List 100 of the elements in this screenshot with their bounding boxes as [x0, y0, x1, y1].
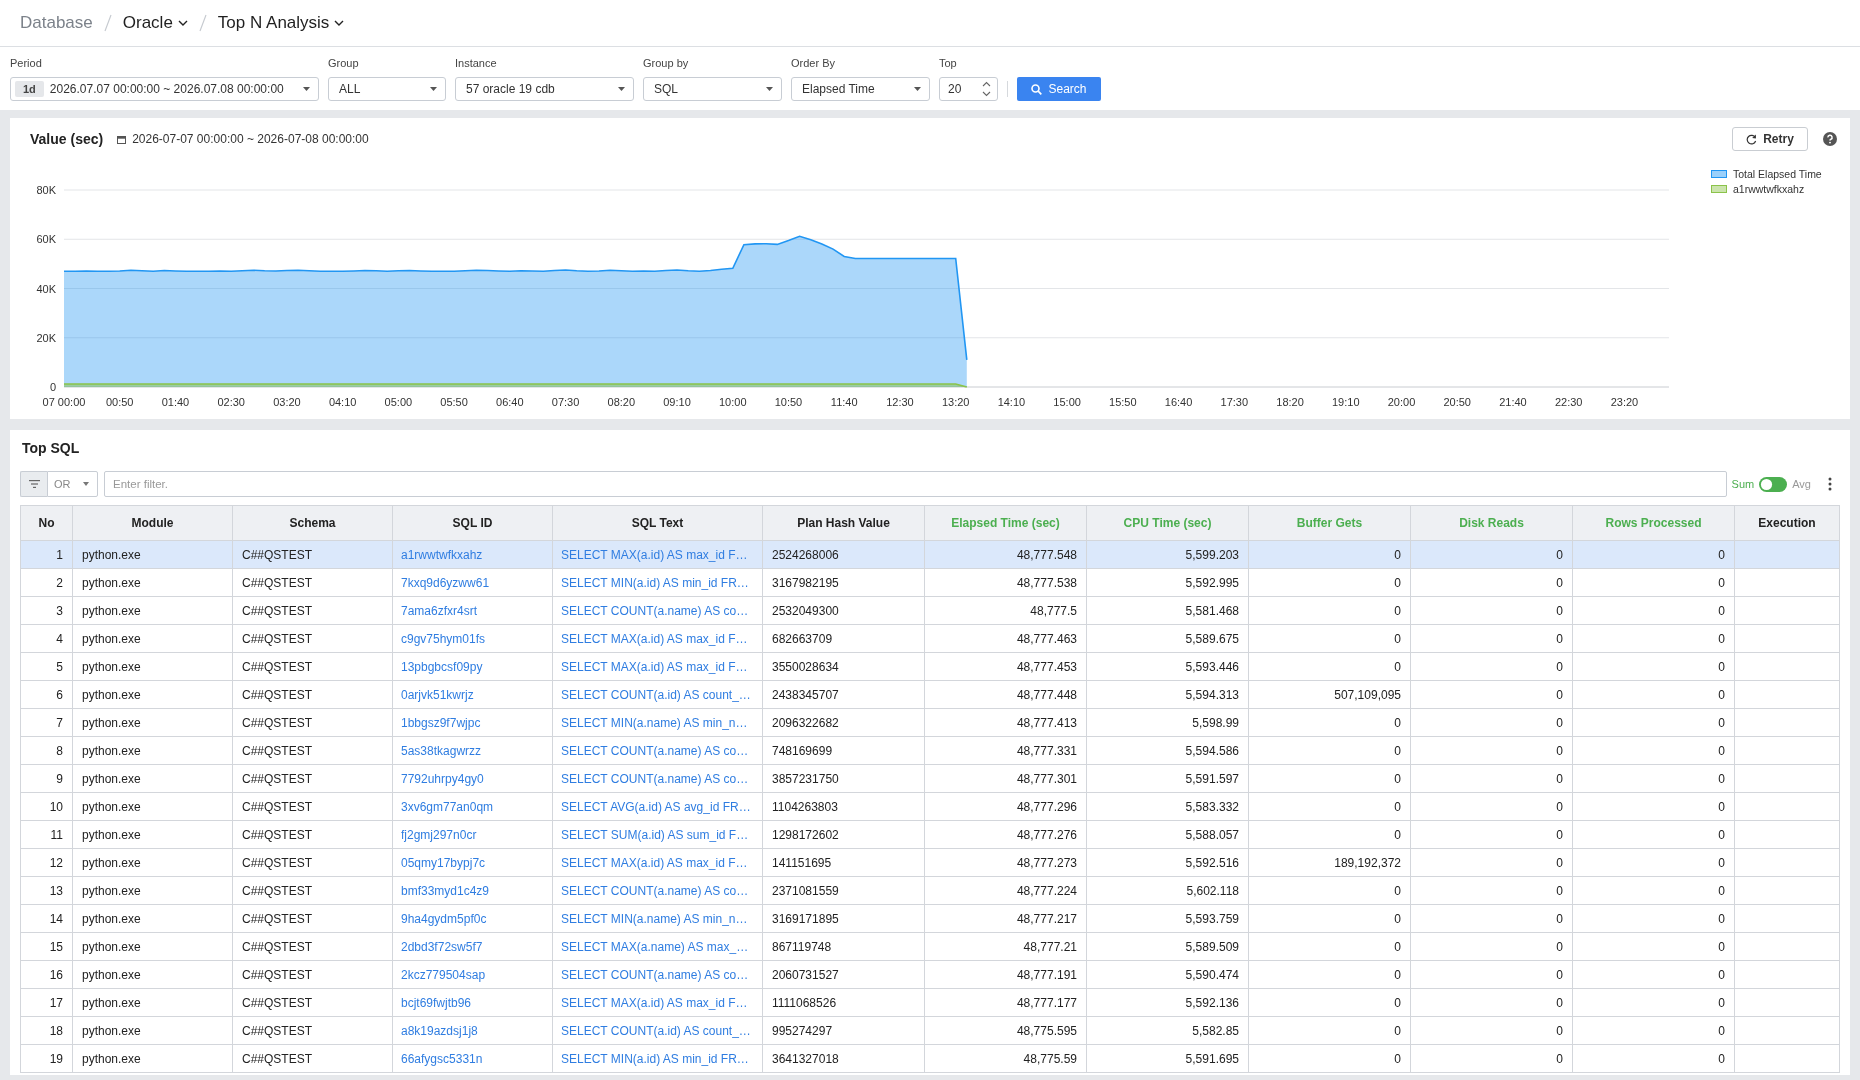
link-cell[interactable]: 2kcz779504sap [392, 960, 553, 989]
link-cell[interactable]: SELECT COUNT(a.name) AS co… [552, 876, 763, 905]
table-cell: C##QSTEST [232, 1016, 393, 1045]
table-row[interactable]: 10 python.exe C##QSTEST 3xv6gm77an0qm SELECT AVG(a.id) AS avg_id FR… 1104263803 48,777.296 5,583.332 0 0 0 [20, 792, 1840, 821]
table-cell: 0 [1410, 708, 1573, 737]
link-cell[interactable]: a1rwwtwfkxahz [392, 540, 553, 569]
period-badge: 1d [15, 81, 44, 97]
column-header[interactable]: Elapsed Time (sec) [924, 505, 1087, 541]
table-cell: 5,592.136 [1086, 988, 1249, 1017]
dropdown-select[interactable]: Elapsed Time [791, 77, 930, 101]
link-cell[interactable]: SELECT SUM(a.id) AS sum_id F… [552, 820, 763, 849]
link-cell[interactable]: 2dbd3f72sw5f7 [392, 932, 553, 961]
link-cell[interactable]: 3xv6gm77an0qm [392, 792, 553, 821]
table-cell: 141151695 [762, 848, 925, 877]
link-cell[interactable]: SELECT COUNT(a.name) AS co… [552, 736, 763, 765]
table-row[interactable]: 13 python.exe C##QSTEST bmf33myd1c4z9 SELECT COUNT(a.name) AS co… 2371081559 48,777.224 5,602.118 0 0 0 [20, 876, 1840, 905]
table-row[interactable]: 4 python.exe C##QSTEST c9gv75hym01fs SELECT MAX(a.id) AS max_id F… 682663709 48,777.463 5,589.675 0 0 0 [20, 624, 1840, 653]
help-icon[interactable] [1823, 132, 1837, 146]
link-cell[interactable]: 5as38tkagwrzz [392, 736, 553, 765]
link-cell[interactable]: a8k19azdsj1j8 [392, 1016, 553, 1045]
link-cell[interactable]: SELECT MIN(a.name) AS min_n… [552, 904, 763, 933]
column-header[interactable]: Buffer Gets [1248, 505, 1411, 541]
number-input[interactable]: 20 [939, 77, 998, 101]
table-row[interactable]: 12 python.exe C##QSTEST 05qmy17bypj7c SELECT MAX(a.id) AS max_id F… 141151695 48,777.273 5,592.516 189,192,372 0 0 [20, 848, 1840, 877]
column-header[interactable]: No [20, 505, 73, 541]
link-cell[interactable]: bmf33myd1c4z9 [392, 876, 553, 905]
breadcrumb-item[interactable]: Oracle [122, 13, 188, 33]
filter-input[interactable]: Enter filter. [104, 471, 1727, 497]
link-cell[interactable]: SELECT MIN(a.id) AS min_id FR… [552, 568, 763, 597]
table-cell: 0 [1410, 932, 1573, 961]
link-cell[interactable]: SELECT COUNT(a.name) AS co… [552, 764, 763, 793]
toggle-switch[interactable] [1759, 476, 1788, 492]
more-options-icon[interactable] [1828, 477, 1832, 491]
table-row[interactable]: 16 python.exe C##QSTEST 2kcz779504sap SELECT COUNT(a.name) AS co… 2060731527 48,777.191 5,590.474 0 0 0 [20, 960, 1840, 989]
column-header[interactable]: Module [72, 505, 233, 541]
operator-select[interactable]: OR [47, 471, 98, 497]
column-header[interactable]: CPU Time (sec) [1086, 505, 1249, 541]
column-header[interactable]: SQL Text [552, 505, 763, 541]
breadcrumb-item[interactable]: Database [20, 13, 93, 33]
table-cell: 48,777.224 [924, 876, 1087, 905]
link-cell[interactable]: SELECT MAX(a.id) AS max_id F… [552, 540, 763, 569]
table-row[interactable]: 15 python.exe C##QSTEST 2dbd3f72sw5f7 SELECT MAX(a.name) AS max_… 867119748 48,777.21 5,589.509 0 0 0 [20, 932, 1840, 961]
link-cell[interactable]: SELECT MIN(a.name) AS min_n… [552, 708, 763, 737]
table-row[interactable]: 14 python.exe C##QSTEST 9ha4gydm5pf0c SELECT MIN(a.name) AS min_n… 3169171895 48,777.217 5,593.759 0 0 0 [20, 904, 1840, 933]
link-cell[interactable]: 9ha4gydm5pf0c [392, 904, 553, 933]
table-row[interactable]: 2 python.exe C##QSTEST 7kxq9d6yzww61 SELECT MIN(a.id) AS min_id FR… 3167982195 48,777.538 5,592.995 0 0 0 [20, 568, 1840, 597]
y-axis-label: 40K [36, 282, 56, 295]
table-row[interactable]: 9 python.exe C##QSTEST 7792uhrpy4gy0 SELECT COUNT(a.name) AS co… 3857231750 48,777.301 5,591.597 0 0 0 [20, 764, 1840, 793]
link-cell[interactable]: 7kxq9d6yzww61 [392, 568, 553, 597]
link-cell[interactable]: SELECT MAX(a.id) AS max_id F… [552, 652, 763, 681]
table-row[interactable]: 3 python.exe C##QSTEST 7ama6zfxr4srt SELECT COUNT(a.name) AS co… 2532049300 48,777.5 5,581.468 0 0 0 [20, 596, 1840, 625]
link-cell[interactable]: c9gv75hym01fs [392, 624, 553, 653]
column-header[interactable]: SQL ID [392, 505, 553, 541]
column-header[interactable]: Rows Processed [1572, 505, 1735, 541]
table-row[interactable]: 1 python.exe C##QSTEST a1rwwtwfkxahz SELECT MAX(a.id) AS max_id F… 2524268006 48,777.548 5,599.203 0 0 0 [20, 540, 1840, 569]
link-cell[interactable]: SELECT MIN(a.id) AS min_id FR… [552, 1044, 763, 1073]
column-header[interactable]: Schema [232, 505, 393, 541]
breadcrumb-item[interactable]: Top N Analysis [217, 13, 345, 33]
link-cell[interactable]: SELECT COUNT(a.id) AS count_… [552, 1016, 763, 1045]
link-cell[interactable]: 7ama6zfxr4srt [392, 596, 553, 625]
link-cell[interactable]: 05qmy17bypj7c [392, 848, 553, 877]
link-cell[interactable]: bcjt69fwjtb96 [392, 988, 553, 1017]
link-cell[interactable]: 1bbgsz9f7wjpc [392, 708, 553, 737]
x-axis-label: 17:30 [1220, 396, 1249, 408]
link-cell[interactable]: SELECT MAX(a.name) AS max_… [552, 932, 763, 961]
link-cell[interactable]: SELECT COUNT(a.id) AS count_… [552, 680, 763, 709]
table-cell: 0 [1248, 1044, 1411, 1073]
dropdown-select[interactable]: ALL [328, 77, 446, 101]
table-row[interactable]: 7 python.exe C##QSTEST 1bbgsz9f7wjpc SELECT MIN(a.name) AS min_n… 2096322682 48,777.413 5,598.99 0 0 0 [20, 708, 1840, 737]
link-cell[interactable]: SELECT AVG(a.id) AS avg_id FR… [552, 792, 763, 821]
dropdown-select[interactable]: 57 oracle 19 cdb [455, 77, 634, 101]
dropdown-select[interactable]: SQL [643, 77, 782, 101]
table-row[interactable]: 6 python.exe C##QSTEST 0arjvk51kwrjz SELECT COUNT(a.id) AS count_… 2438345707 48,777.448 5,594.313 507,109,095 0 0 [20, 680, 1840, 709]
table-row[interactable]: 19 python.exe C##QSTEST 66afygsc5331n SELECT MIN(a.id) AS min_id FR… 3641327018 48,775.59 5,591.695 0 0 0 [20, 1044, 1840, 1073]
link-cell[interactable]: 13pbgbcsf09py [392, 652, 553, 681]
link-cell[interactable]: SELECT MAX(a.id) AS max_id F… [552, 848, 763, 877]
link-cell[interactable]: SELECT COUNT(a.name) AS co… [552, 596, 763, 625]
link-cell[interactable]: SELECT MAX(a.id) AS max_id F… [552, 624, 763, 653]
link-cell[interactable]: 0arjvk51kwrjz [392, 680, 553, 709]
table-cell: 0 [1572, 708, 1735, 737]
spinner-icon[interactable] [982, 81, 991, 97]
search-button[interactable]: Search [1017, 77, 1101, 101]
period-select[interactable]: 1d 2026.07.07 00:00:00 ~ 2026.07.08 00:00:00 [10, 77, 319, 101]
retry-button[interactable]: Retry [1732, 127, 1808, 151]
link-cell[interactable]: SELECT MAX(a.id) AS max_id F… [552, 988, 763, 1017]
table-row[interactable]: 11 python.exe C##QSTEST fj2gmj297n0cr SELECT SUM(a.id) AS sum_id F… 1298172602 48,777.276 5,588.057 0 0 0 [20, 820, 1840, 849]
table-cell: 6 [20, 680, 73, 709]
table-cell: 14 [20, 904, 73, 933]
x-axis-label: 22:30 [1554, 396, 1583, 408]
column-header[interactable]: Plan Hash Value [762, 505, 925, 541]
link-cell[interactable]: fj2gmj297n0cr [392, 820, 553, 849]
table-row[interactable]: 17 python.exe C##QSTEST bcjt69fwjtb96 SELECT MAX(a.id) AS max_id F… 1111068526 48,777.177 5,592.136 0 0 0 [20, 988, 1840, 1017]
table-row[interactable]: 8 python.exe C##QSTEST 5as38tkagwrzz SELECT COUNT(a.name) AS co… 748169699 48,777.331 5,594.586 0 0 0 [20, 736, 1840, 765]
table-cell: 5,593.446 [1086, 652, 1249, 681]
link-cell[interactable]: SELECT COUNT(a.name) AS co… [552, 960, 763, 989]
table-row[interactable]: 5 python.exe C##QSTEST 13pbgbcsf09py SELECT MAX(a.id) AS max_id F… 3550028634 48,777.453 5,593.446 0 0 0 [20, 652, 1840, 681]
column-header[interactable]: Disk Reads [1410, 505, 1573, 541]
link-cell[interactable]: 66afygsc5331n [392, 1044, 553, 1073]
table-row[interactable]: 18 python.exe C##QSTEST a8k19azdsj1j8 SELECT COUNT(a.id) AS count_… 995274297 48,775.595 5,582.85 0 0 0 [20, 1016, 1840, 1045]
link-cell[interactable]: 7792uhrpy4gy0 [392, 764, 553, 793]
